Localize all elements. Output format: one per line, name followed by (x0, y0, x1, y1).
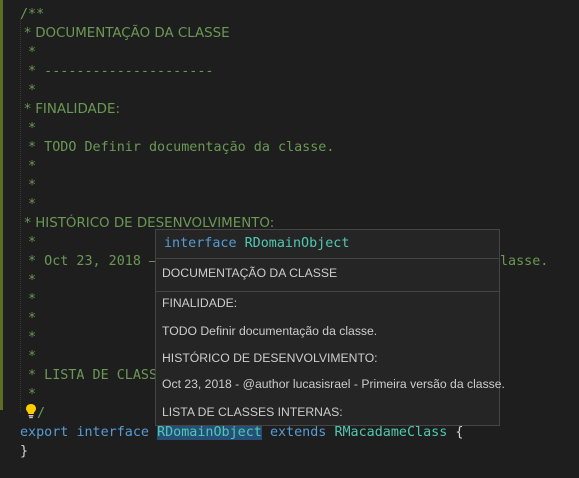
code-line-star: * (20, 178, 37, 193)
code-line-star: * (20, 311, 37, 326)
open-brace: { (455, 425, 464, 440)
code-line-star: * (20, 159, 37, 174)
code-line-close-brace: } (20, 444, 29, 459)
hover-signature-keyword: interface (164, 236, 237, 251)
code-line-star: * (20, 197, 37, 212)
hover-tooltip: interface RDomainObject DOCUMENTAÇÃO DA … (155, 229, 505, 426)
code-line-star: * (20, 292, 37, 307)
hover-lista: LISTA DE CLASSES INTERNAS: (162, 405, 343, 419)
hover-signature-name: RDomainObject (244, 236, 350, 251)
code-line-todo: * TODO Definir documentação da classe. (20, 140, 335, 155)
code-line-star: * (20, 387, 37, 402)
modified-lines-gutter-bar (0, 0, 3, 410)
code-line-star: * (20, 45, 37, 60)
code-line-star: * (20, 349, 37, 364)
hover-signature: interface RDomainObject (156, 230, 499, 259)
code-line-comment-open: /** (20, 7, 45, 22)
code-line-history-left: * Oct 23, 2018 — (20, 254, 158, 269)
lightbulb-icon[interactable] (24, 403, 38, 419)
hover-history-entry: Oct 23, 2018 - @author lucasisrael - Pri… (162, 377, 505, 391)
code-line-star: * (20, 235, 37, 250)
code-line-finalidade: * FINALIDADE: (20, 102, 120, 117)
hover-todo: TODO Definir documentação da classe. (162, 324, 378, 338)
code-line-star: * (20, 273, 37, 288)
code-line-doc-title: * DOCUMENTAÇÃO DA CLASSE (20, 26, 230, 41)
code-line-lista: * LISTA DE CLASS (20, 368, 158, 383)
code-line-separator: * --------------------- (20, 64, 214, 79)
code-line-star: * (20, 83, 37, 98)
interface-name-token[interactable]: RDomainObject (157, 425, 262, 440)
code-line-comment-close: / (37, 406, 46, 421)
export-keyword: export (20, 425, 69, 440)
hover-historico: HISTÓRICO DE DESENVOLVIMENTO: (162, 351, 378, 365)
interface-keyword: interface (76, 425, 149, 440)
parent-class-token[interactable]: RMacadameClass (334, 425, 447, 440)
code-line-star: * (20, 121, 37, 136)
code-line-star: * (20, 330, 37, 345)
hover-doc-title: DOCUMENTAÇÃO DA CLASSE (156, 259, 499, 292)
code-line-history-right: lasse. (500, 254, 549, 269)
hover-finalidade: FINALIDADE: (162, 296, 238, 310)
extends-keyword: extends (269, 425, 327, 440)
code-editor[interactable]: /** * DOCUMENTAÇÃO DA CLASSE * * -------… (0, 0, 579, 478)
